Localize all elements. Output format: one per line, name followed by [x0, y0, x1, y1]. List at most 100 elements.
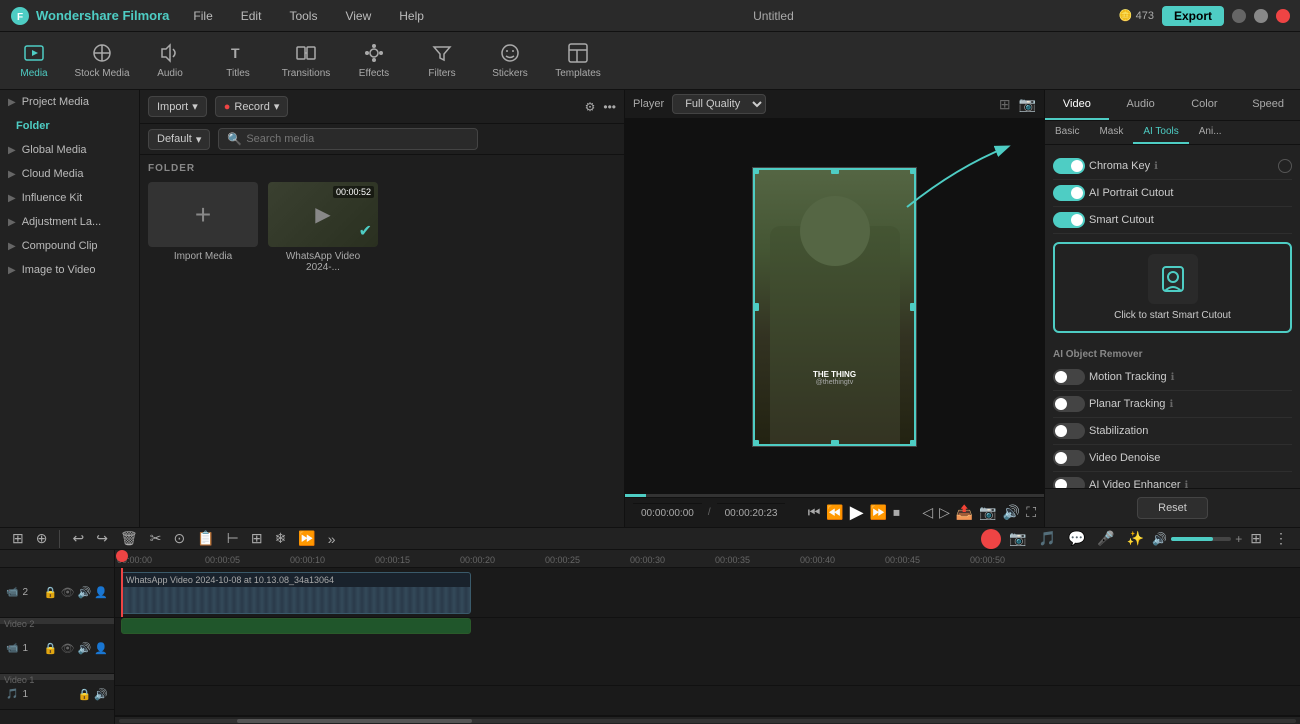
subtitle-button[interactable]: 💬 [1064, 528, 1089, 549]
track-lock-button[interactable]: 🔒 [44, 586, 58, 599]
maximize-button[interactable] [1254, 9, 1268, 23]
volume-bar[interactable] [1171, 537, 1231, 541]
planar-tracking-toggle[interactable] [1053, 396, 1085, 412]
minimize-button[interactable] [1232, 9, 1246, 23]
tab-video[interactable]: Video [1045, 90, 1109, 120]
back-step-button[interactable]: ⏪ [826, 504, 843, 521]
selection-handle-ml[interactable] [752, 303, 759, 311]
video-denoise-toggle[interactable] [1053, 450, 1085, 466]
track-hide-button[interactable]: 👁 [61, 642, 75, 655]
video-thumb[interactable]: ▶ 00:00:52 ✔ WhatsApp Video 2024-... [268, 182, 378, 273]
prev-frame-button[interactable]: ⏮ [808, 504, 821, 521]
export-button[interactable]: Export [1162, 6, 1224, 26]
more-icon[interactable]: ••• [603, 100, 616, 114]
selection-handle-tm[interactable] [831, 167, 839, 174]
copy-button[interactable]: ⊙ [169, 528, 189, 549]
sub-tab-mask[interactable]: Mask [1089, 121, 1133, 144]
menu-file[interactable]: File [189, 7, 216, 25]
scroll-thumb[interactable] [237, 719, 472, 723]
sidebar-item-image-to-video[interactable]: ▶ Image to Video [0, 258, 139, 282]
cut-button[interactable]: ✂ [146, 528, 166, 549]
track-solo-button[interactable]: 👤 [94, 642, 108, 655]
close-button[interactable] [1276, 9, 1290, 23]
toolbar-stickers[interactable]: Stickers [476, 32, 544, 90]
split-button[interactable]: ⊢ [223, 528, 243, 549]
filter-icon[interactable]: ⚙ [585, 100, 596, 114]
sidebar-item-compound-clip[interactable]: ▶ Compound Clip [0, 234, 139, 258]
volume-plus-icon[interactable]: + [1235, 532, 1242, 546]
ai-portrait-toggle[interactable] [1053, 185, 1085, 201]
speed-button[interactable]: ⏩ [294, 528, 319, 549]
menu-help[interactable]: Help [395, 7, 428, 25]
selection-handle-mr[interactable] [910, 303, 917, 311]
toolbar-audio[interactable]: Audio [136, 32, 204, 90]
sidebar-item-adjustment-layer[interactable]: ▶ Adjustment La... [0, 210, 139, 234]
layout-button[interactable]: ⊞ [1246, 528, 1266, 549]
delete-button[interactable]: 🗑 [116, 528, 142, 549]
paste-button[interactable]: 📋 [193, 528, 218, 549]
selection-handle-tl[interactable] [752, 167, 759, 174]
toolbar-transitions[interactable]: Transitions [272, 32, 340, 90]
grid-icon[interactable]: ⊞ [999, 96, 1011, 113]
sidebar-item-cloud-media[interactable]: ▶ Cloud Media [0, 162, 139, 186]
audio-extract-button[interactable]: 🎵 [1035, 528, 1060, 549]
undo-button[interactable]: ↩ [68, 528, 88, 549]
track-mute-button[interactable]: 🔊 [78, 642, 92, 655]
selection-handle-bm[interactable] [831, 440, 839, 447]
screenshot-icon[interactable]: 📷 [1019, 96, 1036, 113]
menu-edit[interactable]: Edit [237, 7, 266, 25]
group-button[interactable]: ⊞ [247, 528, 267, 549]
fullscreen-button[interactable]: ⛶ [1026, 504, 1036, 521]
import-button[interactable]: Import ▾ [148, 96, 207, 117]
track-lock-button[interactable]: 🔒 [78, 688, 92, 701]
menu-view[interactable]: View [341, 7, 375, 25]
screenshot-button[interactable]: 📷 [979, 504, 996, 521]
import-media-thumb[interactable]: + Import Media [148, 182, 258, 273]
sidebar-item-folder[interactable]: Folder [0, 114, 139, 138]
menu-tools[interactable]: Tools [285, 7, 321, 25]
stop-button[interactable]: ⏹ [893, 504, 900, 521]
chroma-key-toggle[interactable] [1053, 158, 1085, 174]
track-hide-button[interactable]: 👁 [61, 586, 75, 599]
toolbar-effects[interactable]: Effects [340, 32, 408, 90]
toolbar-filters[interactable]: Filters [408, 32, 476, 90]
sidebar-item-influence-kit[interactable]: ▶ Influence Kit [0, 186, 139, 210]
quality-select[interactable]: Full Quality [672, 94, 766, 114]
reset-button[interactable]: Reset [1137, 497, 1208, 519]
sub-tab-basic[interactable]: Basic [1045, 121, 1089, 144]
motion-tracking-toggle[interactable] [1053, 369, 1085, 385]
track-mute-button[interactable]: 🔊 [78, 586, 92, 599]
search-input[interactable] [246, 133, 469, 145]
voice-button[interactable]: 🎤 [1093, 528, 1118, 549]
redo-button[interactable]: ↪ [92, 528, 112, 549]
effect-button[interactable]: ✨ [1123, 528, 1148, 549]
tab-audio[interactable]: Audio [1109, 90, 1173, 120]
tab-color[interactable]: Color [1173, 90, 1237, 120]
sidebar-item-global-media[interactable]: ▶ Global Media [0, 138, 139, 162]
track-mute-button[interactable]: 🔊 [94, 688, 108, 701]
player-progress-bar[interactable] [625, 494, 1044, 497]
mark-out-button[interactable]: ▷ [939, 504, 950, 521]
mark-in-button[interactable]: ◁ [922, 504, 933, 521]
chroma-key-radio[interactable] [1278, 159, 1292, 173]
smart-cutout-toggle[interactable] [1053, 212, 1085, 228]
selection-handle-br[interactable] [910, 440, 917, 447]
stabilization-toggle[interactable] [1053, 423, 1085, 439]
selection-handle-bl[interactable] [752, 440, 759, 447]
playhead[interactable] [121, 568, 123, 617]
tab-speed[interactable]: Speed [1236, 90, 1300, 120]
play-button[interactable]: ▶ [850, 502, 864, 523]
toolbar-stock-media[interactable]: Stock Media [68, 32, 136, 90]
record-button[interactable] [981, 529, 1001, 549]
export-frame-button[interactable]: 📤 [956, 504, 973, 521]
sub-tab-ani[interactable]: Ani... [1189, 121, 1232, 144]
toolbar-media[interactable]: Media [0, 32, 68, 90]
record-button[interactable]: ● Record ▾ [215, 96, 289, 117]
camera-button[interactable]: 📷 [1005, 528, 1030, 549]
forward-step-button[interactable]: ⏩ [870, 504, 887, 521]
sidebar-item-project-media[interactable]: ▶ Project Media [0, 90, 139, 114]
toolbar-templates[interactable]: Templates [544, 32, 612, 90]
sub-tab-ai-tools[interactable]: AI Tools [1133, 121, 1188, 144]
smart-cutout-box[interactable]: Click to start Smart Cutout [1053, 242, 1292, 333]
scroll-track[interactable] [119, 719, 1296, 723]
